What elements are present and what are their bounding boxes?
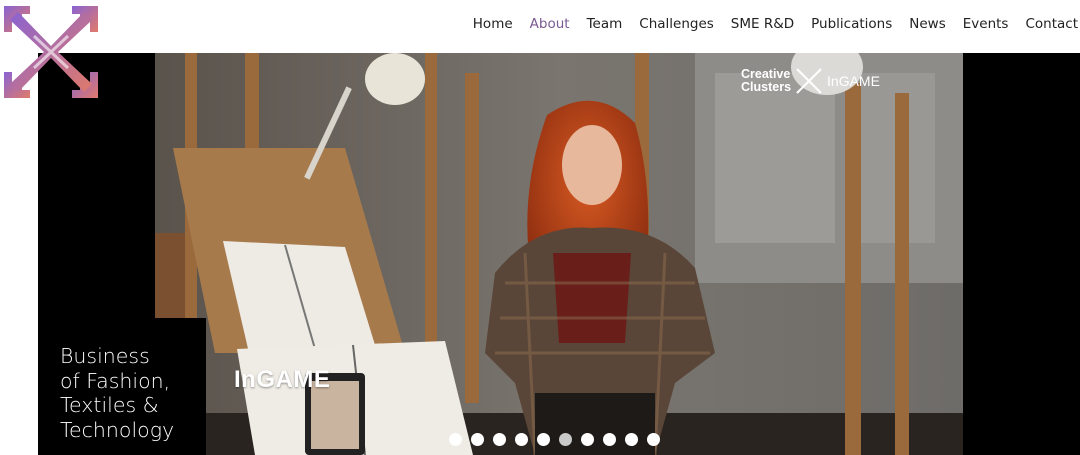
nav-team[interactable]: Team xyxy=(587,16,623,32)
x-logo-icon xyxy=(4,6,98,98)
partner-brand: InGAME xyxy=(827,73,880,89)
creative-clusters-logo: Creative Clusters InGAME xyxy=(741,63,880,99)
nav-challenges[interactable]: Challenges xyxy=(639,16,714,32)
carousel-dot[interactable] xyxy=(603,433,616,446)
carousel-dot[interactable] xyxy=(647,433,660,446)
hero-caption: Business of Fashion, Textiles & Technolo… xyxy=(60,344,175,442)
carousel-dot[interactable] xyxy=(625,433,638,446)
x-mark-icon xyxy=(796,68,822,94)
nav-about[interactable]: About xyxy=(530,16,570,32)
main-nav: Home About Team Challenges SME R&D Publi… xyxy=(473,16,1078,32)
partner-line2: Clusters xyxy=(741,80,792,94)
nav-home[interactable]: Home xyxy=(473,16,513,32)
site-logo[interactable] xyxy=(4,6,98,98)
hero-carousel: Creative Clusters InGAME InGAME Business… xyxy=(38,53,1080,455)
site-header: Home About Team Challenges SME R&D Publi… xyxy=(0,0,1080,53)
carousel-dot[interactable] xyxy=(559,433,572,446)
nav-news[interactable]: News xyxy=(909,16,945,32)
carousel-dot[interactable] xyxy=(471,433,484,446)
carousel-dot[interactable] xyxy=(537,433,550,446)
carousel-dot[interactable] xyxy=(449,433,462,446)
nav-contact[interactable]: Contact xyxy=(1025,16,1078,32)
ingame-overlay-text: InGAME xyxy=(234,366,331,393)
carousel-dot[interactable] xyxy=(515,433,528,446)
hero-caption-box: Business of Fashion, Textiles & Technolo… xyxy=(56,318,206,455)
carousel-dots xyxy=(449,433,660,446)
nav-events[interactable]: Events xyxy=(963,16,1009,32)
hero-photo xyxy=(155,53,963,455)
carousel-dot[interactable] xyxy=(581,433,594,446)
carousel-dot[interactable] xyxy=(493,433,506,446)
nav-publications[interactable]: Publications xyxy=(811,16,892,32)
nav-sme-rd[interactable]: SME R&D xyxy=(731,16,794,32)
